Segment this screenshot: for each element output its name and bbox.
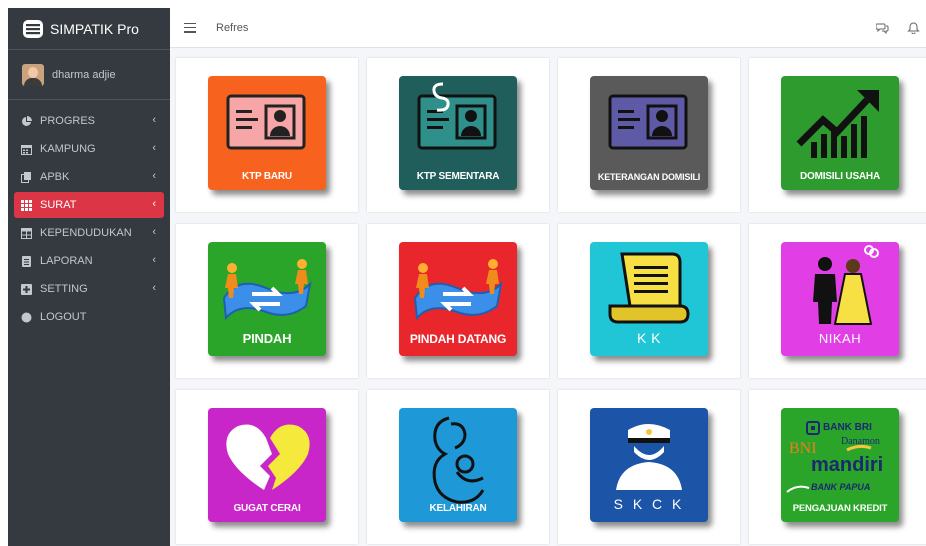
tile-label: KETERANGAN DOMISILI bbox=[597, 172, 701, 182]
sidebar-item-label: SURAT bbox=[40, 199, 77, 211]
service-card-ktp-sementara[interactable]: KTP SEMENTARA bbox=[367, 58, 549, 212]
table-icon bbox=[21, 227, 32, 239]
tile-label: NIKAH bbox=[818, 331, 862, 346]
sidebar-item-label: LOGOUT bbox=[40, 311, 87, 323]
sidebar: SIMPATIK Pro dharma adjie PROGRES ‹ KAMP… bbox=[8, 8, 170, 546]
tile-label: KELAHIRAN bbox=[429, 503, 487, 514]
chevron-left-icon: ‹ bbox=[152, 114, 156, 126]
content-area: KTP BARU KTP SEMENTARA KETERANGAN DOMISI… bbox=[170, 48, 926, 546]
brand-logo-icon bbox=[23, 19, 43, 38]
top-navbar: Refres bbox=[170, 8, 926, 48]
service-card-pindah[interactable]: PINDAH bbox=[176, 224, 358, 378]
sidebar-item-label: KAMPUNG bbox=[40, 143, 96, 155]
avatar bbox=[22, 63, 44, 86]
plus-square-icon bbox=[21, 283, 32, 295]
tile-label: KTP SEMENTARA bbox=[416, 171, 500, 182]
nikah-tile[interactable]: NIKAH bbox=[781, 242, 899, 356]
sidebar-item-label: APBK bbox=[40, 171, 70, 183]
bell-icon[interactable] bbox=[907, 22, 920, 34]
ktp-sementara-tile[interactable]: KTP SEMENTARA bbox=[399, 76, 517, 190]
brand-link[interactable]: SIMPATIK Pro bbox=[8, 8, 170, 50]
sidebar-item-kependudukan[interactable]: KEPENDUDUKAN ‹ bbox=[14, 220, 164, 246]
tile-label: GUGAT CERAI bbox=[233, 503, 301, 514]
chevron-left-icon: ‹ bbox=[152, 198, 156, 210]
tile-label: S K C K bbox=[613, 496, 685, 512]
pengajuan-kredit-tile[interactable]: BANK BRI BNI Danamon mandiri BANK PAPUA … bbox=[781, 408, 899, 522]
service-card-kelahiran[interactable]: KELAHIRAN bbox=[367, 390, 549, 544]
danamon-logo: Danamon bbox=[841, 436, 880, 447]
brand-title: SIMPATIK Pro bbox=[50, 20, 139, 37]
chevron-left-icon: ‹ bbox=[152, 254, 156, 266]
service-card-ktp-baru[interactable]: KTP BARU bbox=[176, 58, 358, 212]
menu-toggle-icon[interactable] bbox=[184, 22, 196, 33]
document-icon bbox=[21, 255, 32, 267]
chevron-left-icon: ‹ bbox=[152, 142, 156, 154]
skck-tile[interactable]: S K C K bbox=[590, 408, 708, 522]
mandiri-logo: mandiri bbox=[811, 454, 884, 476]
service-card-pindah-datang[interactable]: PINDAH DATANG bbox=[367, 224, 549, 378]
service-card-pengajuan-kredit[interactable]: BANK BRI BNI Danamon mandiri BANK PAPUA … bbox=[749, 390, 926, 544]
service-card-keterangan-domisili[interactable]: KETERANGAN DOMISILI bbox=[558, 58, 740, 212]
chevron-left-icon: ‹ bbox=[152, 282, 156, 294]
chevron-left-icon: ‹ bbox=[152, 170, 156, 182]
service-card-nikah[interactable]: NIKAH bbox=[749, 224, 926, 378]
top-icons bbox=[876, 22, 920, 34]
sidebar-item-surat[interactable]: SURAT ‹ bbox=[14, 192, 164, 218]
kk-tile[interactable]: K K bbox=[590, 242, 708, 356]
bri-logo: BANK BRI bbox=[823, 422, 872, 433]
copy-icon bbox=[21, 171, 32, 183]
tile-label: PENGAJUAN KREDIT bbox=[792, 503, 888, 514]
kelahiran-tile[interactable]: KELAHIRAN bbox=[399, 408, 517, 522]
comments-icon[interactable] bbox=[876, 22, 889, 34]
gugat-cerai-tile[interactable]: GUGAT CERAI bbox=[208, 408, 326, 522]
sidebar-item-label: PROGRES bbox=[40, 115, 96, 127]
calendar-icon bbox=[21, 144, 32, 155]
service-card-gugat-cerai[interactable]: GUGAT CERAI bbox=[176, 390, 358, 544]
sidebar-item-laporan[interactable]: LAPORAN ‹ bbox=[14, 248, 164, 274]
ktp-baru-tile[interactable]: KTP BARU bbox=[208, 76, 326, 190]
bank-papua-logo: BANK PAPUA bbox=[811, 482, 871, 492]
tile-label: PINDAH DATANG bbox=[409, 332, 507, 346]
pindah-tile[interactable]: PINDAH bbox=[208, 242, 326, 356]
sidebar-item-logout[interactable]: LOGOUT bbox=[14, 304, 164, 330]
tile-label: DOMISILI USAHA bbox=[800, 171, 880, 182]
pie-chart-icon bbox=[21, 115, 32, 127]
user-panel[interactable]: dharma adjie bbox=[8, 50, 170, 100]
service-card-domisili-usaha[interactable]: DOMISILI USAHA bbox=[749, 58, 926, 212]
grid-icon bbox=[21, 199, 32, 211]
circle-icon bbox=[21, 312, 32, 323]
tile-label: KTP BARU bbox=[242, 171, 292, 182]
keterangan-domisili-tile[interactable]: KETERANGAN DOMISILI bbox=[590, 76, 708, 190]
sidebar-item-progres[interactable]: PROGRES ‹ bbox=[14, 108, 164, 134]
tile-label: K K bbox=[636, 330, 662, 346]
service-card-kk[interactable]: K K bbox=[558, 224, 740, 378]
chevron-left-icon: ‹ bbox=[152, 226, 156, 238]
domisili-usaha-tile[interactable]: DOMISILI USAHA bbox=[781, 76, 899, 190]
sidebar-item-kampung[interactable]: KAMPUNG ‹ bbox=[14, 136, 164, 162]
tile-label: PINDAH bbox=[242, 331, 292, 346]
sidebar-item-setting[interactable]: SETTING ‹ bbox=[14, 276, 164, 302]
user-name: dharma adjie bbox=[52, 68, 116, 81]
sidebar-nav: PROGRES ‹ KAMPUNG ‹ APBK ‹ SURAT ‹ KEPEN… bbox=[8, 108, 170, 330]
sidebar-item-apbk[interactable]: APBK ‹ bbox=[14, 164, 164, 190]
sidebar-item-label: KEPENDUDUKAN bbox=[40, 227, 132, 239]
refresh-link[interactable]: Refres bbox=[216, 22, 248, 34]
sidebar-item-label: SETTING bbox=[40, 283, 88, 295]
service-card-skck[interactable]: S K C K bbox=[558, 390, 740, 544]
sidebar-item-label: LAPORAN bbox=[40, 255, 93, 267]
pindah-datang-tile[interactable]: PINDAH DATANG bbox=[399, 242, 517, 356]
